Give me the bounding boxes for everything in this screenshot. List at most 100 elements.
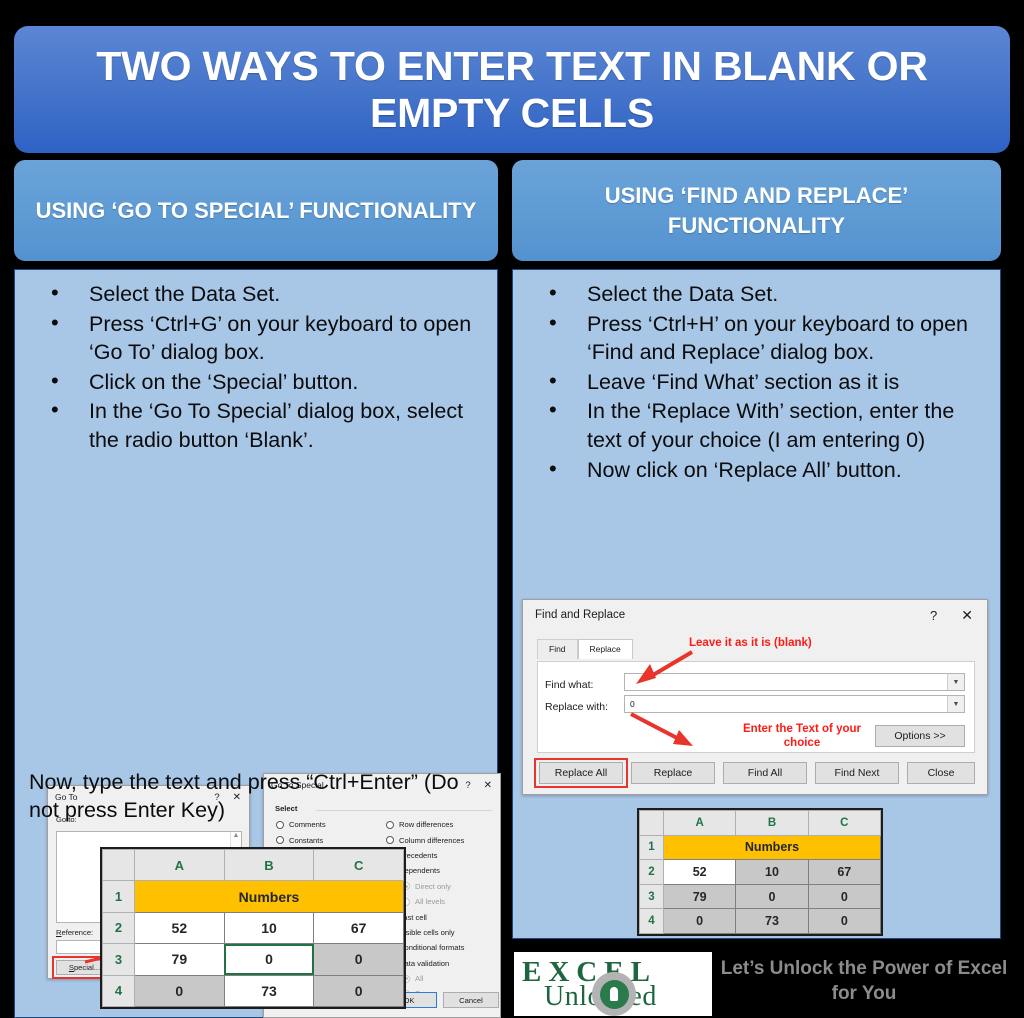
- scroll-up-icon[interactable]: ▲: [233, 832, 240, 839]
- cell-c3[interactable]: 0: [807, 883, 882, 910]
- table-header-row: A B C: [639, 810, 882, 836]
- column-header-a[interactable]: A: [134, 848, 225, 882]
- option-label: All: [415, 974, 424, 984]
- table-row: 4 0 73 0: [639, 908, 882, 934]
- find-all-button[interactable]: Find All: [723, 762, 807, 784]
- table-row: 1 Numbers: [102, 880, 404, 913]
- table-row: 2 52 10 67: [639, 859, 882, 885]
- close-button[interactable]: Close: [907, 762, 975, 784]
- cell-a2[interactable]: 52: [134, 911, 225, 945]
- option-label: Column differences: [399, 835, 465, 845]
- radio-icon[interactable]: [276, 836, 284, 845]
- replace-with-input[interactable]: 0 ▼: [624, 695, 965, 713]
- cell-b4[interactable]: 73: [735, 908, 809, 934]
- cell-b3[interactable]: 0: [735, 883, 809, 910]
- find-what-label: Find what:: [545, 679, 594, 691]
- footer: EXCEL Unlocked Let’s Unlock the Power of…: [514, 952, 1014, 1016]
- tab-find[interactable]: Find: [537, 639, 578, 659]
- right-column-header: USING ‘FIND AND REPLACE’ FUNCTIONALITY: [512, 160, 1001, 261]
- list-item: Leave ‘Find What’ section as it is: [535, 366, 988, 397]
- column-header-c[interactable]: C: [807, 810, 882, 836]
- option-label: All levels: [415, 897, 445, 907]
- radio-icon[interactable]: [386, 836, 394, 845]
- column-header-b[interactable]: B: [223, 848, 315, 882]
- chevron-down-icon[interactable]: ▼: [947, 696, 964, 712]
- cell-a2[interactable]: 52: [662, 859, 737, 885]
- footer-tagline: Let’s Unlock the Power of Excel for You: [720, 958, 1008, 1005]
- padlock-icon: [592, 972, 636, 1016]
- row-header-1[interactable]: 1: [102, 880, 135, 913]
- column-header-c[interactable]: C: [313, 848, 404, 882]
- find-replace-tabs: Find Replace: [537, 639, 633, 659]
- cell-a3[interactable]: 79: [662, 883, 737, 910]
- table-row: 3 79 0 0: [639, 883, 882, 910]
- cell-c4[interactable]: 0: [313, 974, 404, 1008]
- right-steps-list: Select the Data Set. Press ‘Ctrl+H’ on y…: [513, 278, 1000, 485]
- cell-a4[interactable]: 0: [134, 974, 225, 1008]
- main-title-banner: TWO WAYS TO ENTER TEXT IN BLANK OR EMPTY…: [14, 26, 1010, 153]
- row-header-3[interactable]: 3: [102, 943, 135, 976]
- row-header-4[interactable]: 4: [639, 908, 664, 934]
- infographic-page: TWO WAYS TO ENTER TEXT IN BLANK OR EMPTY…: [0, 0, 1024, 1018]
- list-item: Press ‘Ctrl+H’ on your keyboard to open …: [535, 308, 988, 367]
- column-header-b[interactable]: B: [735, 810, 809, 836]
- find-next-button[interactable]: Find Next: [815, 762, 899, 784]
- column-header-a[interactable]: A: [662, 810, 737, 836]
- list-item: In the ‘Replace With’ section, enter the…: [535, 395, 988, 454]
- merged-title-cell[interactable]: Numbers: [663, 834, 881, 861]
- cell-c3[interactable]: 0: [313, 943, 404, 976]
- merged-title-cell[interactable]: Numbers: [134, 880, 404, 913]
- replace-with-label: Replace with:: [545, 701, 609, 713]
- row-header-2[interactable]: 2: [102, 911, 135, 945]
- cell-b3[interactable]: 0: [223, 943, 315, 976]
- enter-text-annotation-line2: choice: [783, 737, 821, 750]
- select-all-corner[interactable]: [102, 848, 135, 882]
- cell-c2[interactable]: 67: [313, 911, 404, 945]
- option-constants[interactable]: Constants: [276, 832, 384, 847]
- find-and-replace-dialog: Find and Replace ? ✕ Find Replace Find w…: [522, 599, 988, 795]
- enter-text-annotation-line1: Enter the Text of your: [743, 723, 861, 735]
- row-header-4[interactable]: 4: [102, 974, 135, 1008]
- option-label: Data validation: [399, 958, 450, 968]
- find-replace-title: Find and Replace: [535, 609, 626, 621]
- find-replace-titlebar: Find and Replace ? ✕: [523, 600, 987, 630]
- table-row: 4 0 73 0: [102, 974, 404, 1008]
- chevron-down-icon[interactable]: ▼: [947, 674, 964, 690]
- left-steps-list: Select the Data Set. Press ‘Ctrl+G’ on y…: [15, 278, 497, 455]
- help-icon[interactable]: ?: [930, 608, 937, 623]
- option-label: Direct only: [415, 881, 451, 891]
- blank-annotation: Leave it as it is (blank): [689, 637, 812, 649]
- row-header-3[interactable]: 3: [639, 883, 664, 910]
- excel-table-right: A B C 1 Numbers 2 52 10 67 3 79 0 0 4 0 …: [637, 808, 883, 936]
- cell-c4[interactable]: 0: [807, 908, 882, 934]
- options-button[interactable]: Options >>: [875, 725, 965, 747]
- list-item: Select the Data Set.: [37, 278, 485, 309]
- row-header-1[interactable]: 1: [639, 834, 664, 861]
- cell-c2[interactable]: 67: [807, 859, 882, 885]
- excel-grid: A B C 1 Numbers 2 52 10 67 3 79 0 0 4 0 …: [102, 848, 404, 1008]
- row-header-2[interactable]: 2: [639, 859, 664, 885]
- replace-with-value: 0: [630, 699, 635, 709]
- table-row: 1 Numbers: [639, 834, 881, 861]
- tab-replace[interactable]: Replace: [577, 639, 633, 659]
- cell-b2[interactable]: 10: [735, 859, 809, 885]
- excel-unlocked-logo: EXCEL Unlocked: [514, 952, 712, 1016]
- list-item: Select the Data Set.: [535, 278, 988, 309]
- excel-grid: A B C 1 Numbers 2 52 10 67 3 79 0 0 4 0 …: [639, 810, 882, 934]
- option-column-differences[interactable]: Column differences: [386, 832, 498, 847]
- cell-b2[interactable]: 10: [223, 911, 315, 945]
- cell-a3[interactable]: 79: [134, 943, 225, 976]
- replace-button[interactable]: Replace: [631, 762, 715, 784]
- cell-a4[interactable]: 0: [662, 908, 737, 934]
- find-what-input[interactable]: ▼: [624, 673, 965, 691]
- list-item: Press ‘Ctrl+G’ on your keyboard to open …: [37, 308, 485, 367]
- list-item: In the ‘Go To Special’ dialog box, selec…: [37, 395, 485, 454]
- close-icon[interactable]: ✕: [961, 607, 973, 624]
- select-all-corner[interactable]: [639, 810, 664, 836]
- go-to-special-cancel-button[interactable]: Cancel: [443, 992, 499, 1008]
- enter-text-annotation: Enter the Text of your choice: [717, 722, 887, 751]
- list-item: Now click on ‘Replace All’ button.: [535, 454, 988, 485]
- left-column-note: Now, type the text and press “Ctrl+Enter…: [29, 770, 459, 823]
- cell-b4[interactable]: 73: [223, 974, 315, 1008]
- left-column-panel: Select the Data Set. Press ‘Ctrl+G’ on y…: [14, 269, 501, 1018]
